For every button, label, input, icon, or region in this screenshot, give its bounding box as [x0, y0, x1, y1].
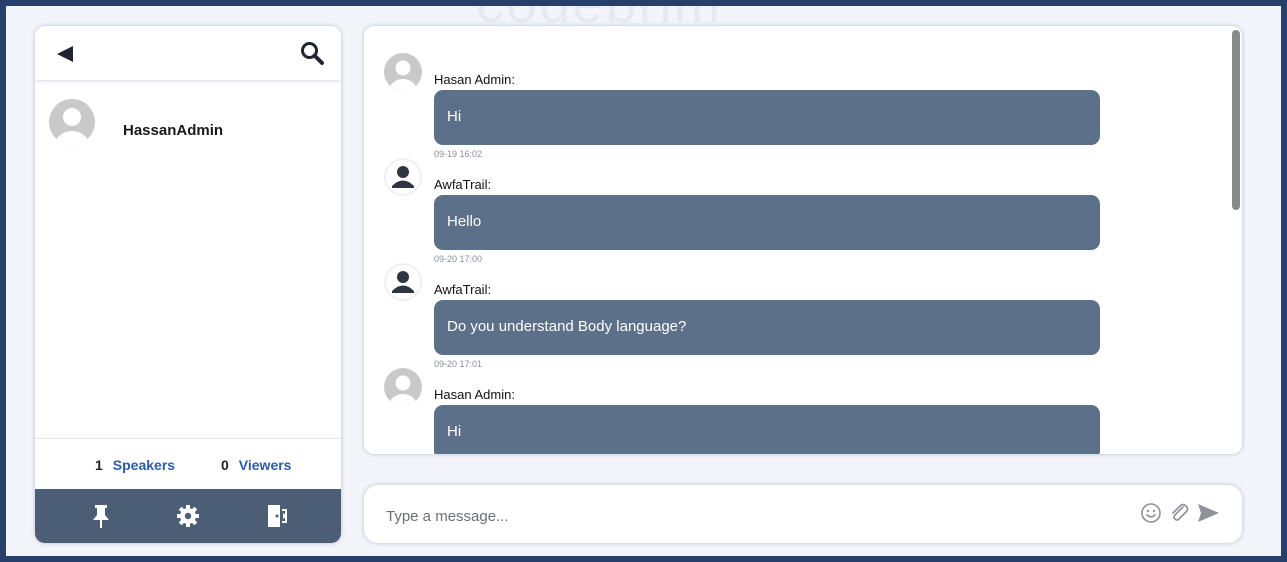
viewers-link[interactable]: Viewers: [239, 457, 292, 473]
participants-panel: HassanAdmin 1 Speakers 0 Viewers: [35, 26, 341, 543]
participant-counts: 1 Speakers 0 Viewers: [35, 438, 341, 487]
exit-door-icon[interactable]: [263, 502, 291, 530]
default-avatar-icon: [384, 368, 422, 411]
default-avatar-icon: [384, 53, 422, 96]
speakers-count: 1 Speakers: [95, 457, 175, 473]
viewers-count: 0 Viewers: [221, 457, 291, 473]
speakers-number: 1: [95, 457, 103, 473]
participants-header: [35, 26, 341, 81]
gear-icon[interactable]: [174, 502, 202, 530]
message-sender: AwfaTrail:: [434, 177, 492, 192]
message-time: 09-20 17:01: [434, 359, 483, 369]
message-time: 09-19 16:02: [434, 149, 483, 159]
message-sender: AwfaTrail:: [434, 282, 492, 297]
participant-item[interactable]: HassanAdmin: [49, 99, 329, 149]
message-sender: Hasan Admin:: [434, 387, 515, 402]
pin-icon[interactable]: [87, 502, 115, 530]
scrollbar-thumb[interactable]: [1232, 30, 1240, 210]
chat-messages-area: Hasan Admin: Hi 09-19 16:02 AwfaTrail: H…: [364, 26, 1242, 454]
participant-name: HassanAdmin: [123, 122, 224, 139]
message-bubble: Hello: [434, 195, 1100, 250]
default-avatar-icon: [49, 99, 95, 150]
message-input[interactable]: [384, 503, 1108, 529]
message-bubble: Hi: [434, 405, 1100, 454]
message-sender: Hasan Admin:: [434, 72, 515, 87]
emoji-icon[interactable]: [1140, 502, 1162, 529]
message-composer: [364, 485, 1242, 543]
message-bubble: Hi: [434, 90, 1100, 145]
message-time: 09-20 17:00: [434, 254, 483, 264]
attach-icon[interactable]: [1168, 502, 1190, 529]
search-icon[interactable]: [299, 40, 325, 66]
person-avatar-icon: [384, 158, 422, 201]
back-arrow-icon[interactable]: [53, 42, 77, 66]
send-icon[interactable]: [1196, 502, 1220, 529]
app-frame: codebrim HassanAdmin 1 Speakers 0 Viewers: [0, 0, 1287, 562]
panel-footer-toolbar: [35, 489, 341, 543]
viewers-number: 0: [221, 457, 229, 473]
person-avatar-icon: [384, 263, 422, 306]
speakers-link[interactable]: Speakers: [113, 457, 175, 473]
message-bubble: Do you understand Body language?: [434, 300, 1100, 355]
